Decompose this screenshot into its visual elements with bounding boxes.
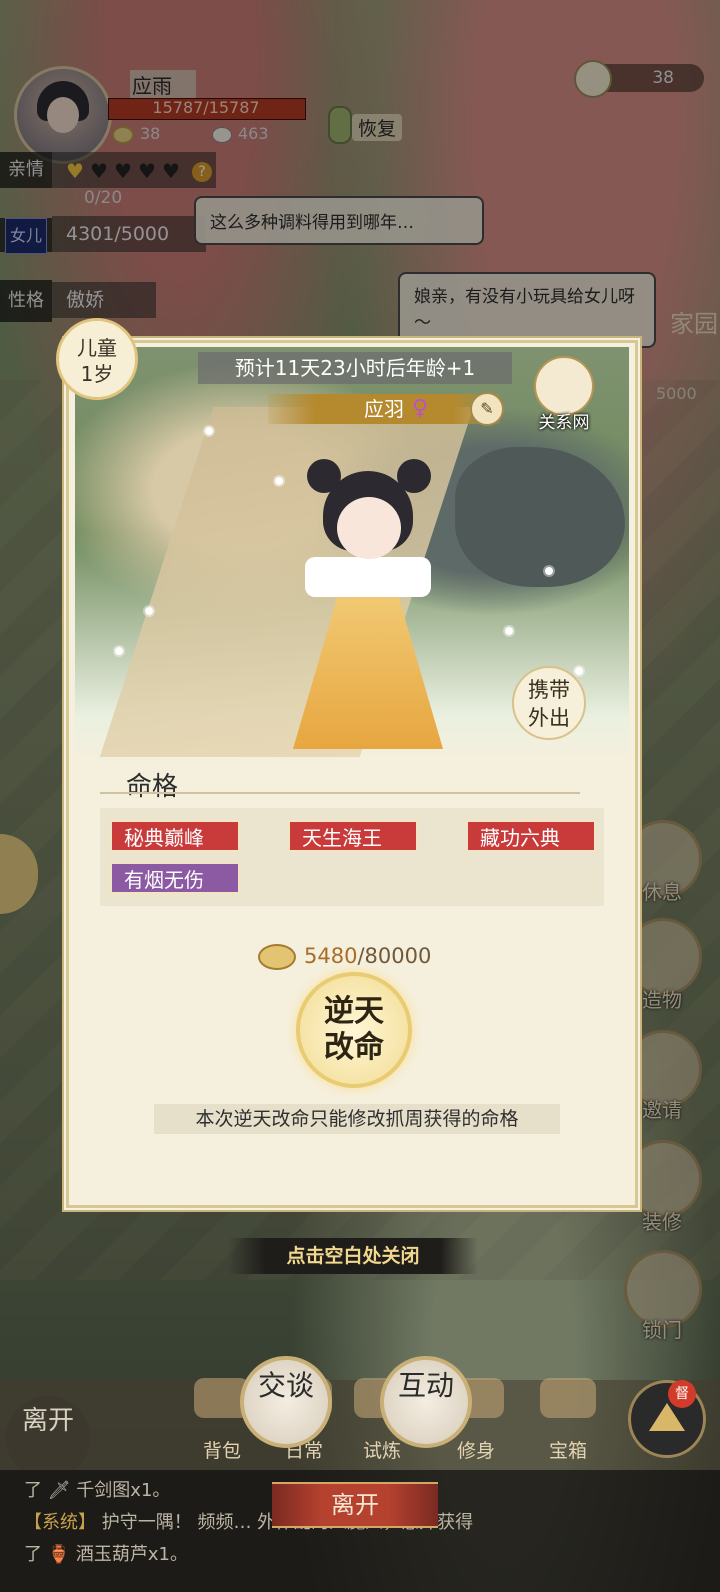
treasure-label[interactable]: 宝箱 xyxy=(536,1436,600,1463)
fate-tag[interactable]: 藏功六典 xyxy=(466,820,596,852)
relationship-network-button[interactable]: 关系网 xyxy=(528,356,600,433)
age-badge: 儿童 1岁 xyxy=(56,318,138,400)
age-countdown: 预计11天23小时后年龄+1 xyxy=(198,352,512,384)
rename-brush-icon[interactable]: ✎ xyxy=(470,392,504,426)
fate-tag[interactable]: 有烟无伤 xyxy=(110,862,240,894)
chat-line-1: 了 🗡 千剑图x1。 xyxy=(24,1480,171,1501)
fate-tag[interactable]: 秘典巅峰 xyxy=(110,820,240,852)
defy-fate-button[interactable]: 逆天改命 xyxy=(296,972,412,1088)
fate-divider xyxy=(100,792,580,794)
leave-button[interactable]: 离开 xyxy=(272,1482,438,1528)
carry-out-button[interactable]: 携带外出 xyxy=(512,666,586,740)
cultivate-label[interactable]: 修身 xyxy=(444,1436,508,1463)
backpack-label[interactable]: 背包 xyxy=(190,1436,254,1463)
child-name: 应羽 xyxy=(268,394,500,424)
close-hint[interactable]: 点击空白处关闭 xyxy=(228,1238,478,1274)
defy-cost: 5480/80000 xyxy=(258,940,431,972)
fate-tag[interactable]: 天生海王 xyxy=(288,820,418,852)
defy-note: 本次逆天改命只能修改抓周获得的命格 xyxy=(154,1104,560,1134)
chat-line-3: 了 🏺 酒玉葫芦x1。 xyxy=(24,1544,188,1565)
supervise-badge: 督 xyxy=(668,1380,696,1408)
coins-icon xyxy=(258,944,296,970)
fate-title: 命格 xyxy=(126,772,179,802)
interact-button[interactable]: 互动 xyxy=(380,1356,472,1448)
talk-button[interactable]: 交谈 xyxy=(240,1356,332,1448)
leave-left-button[interactable]: 离开 xyxy=(6,1396,90,1480)
female-icon: ♀ xyxy=(412,396,429,421)
treasure-chest-icon[interactable] xyxy=(540,1378,596,1418)
family-icon xyxy=(534,356,594,416)
